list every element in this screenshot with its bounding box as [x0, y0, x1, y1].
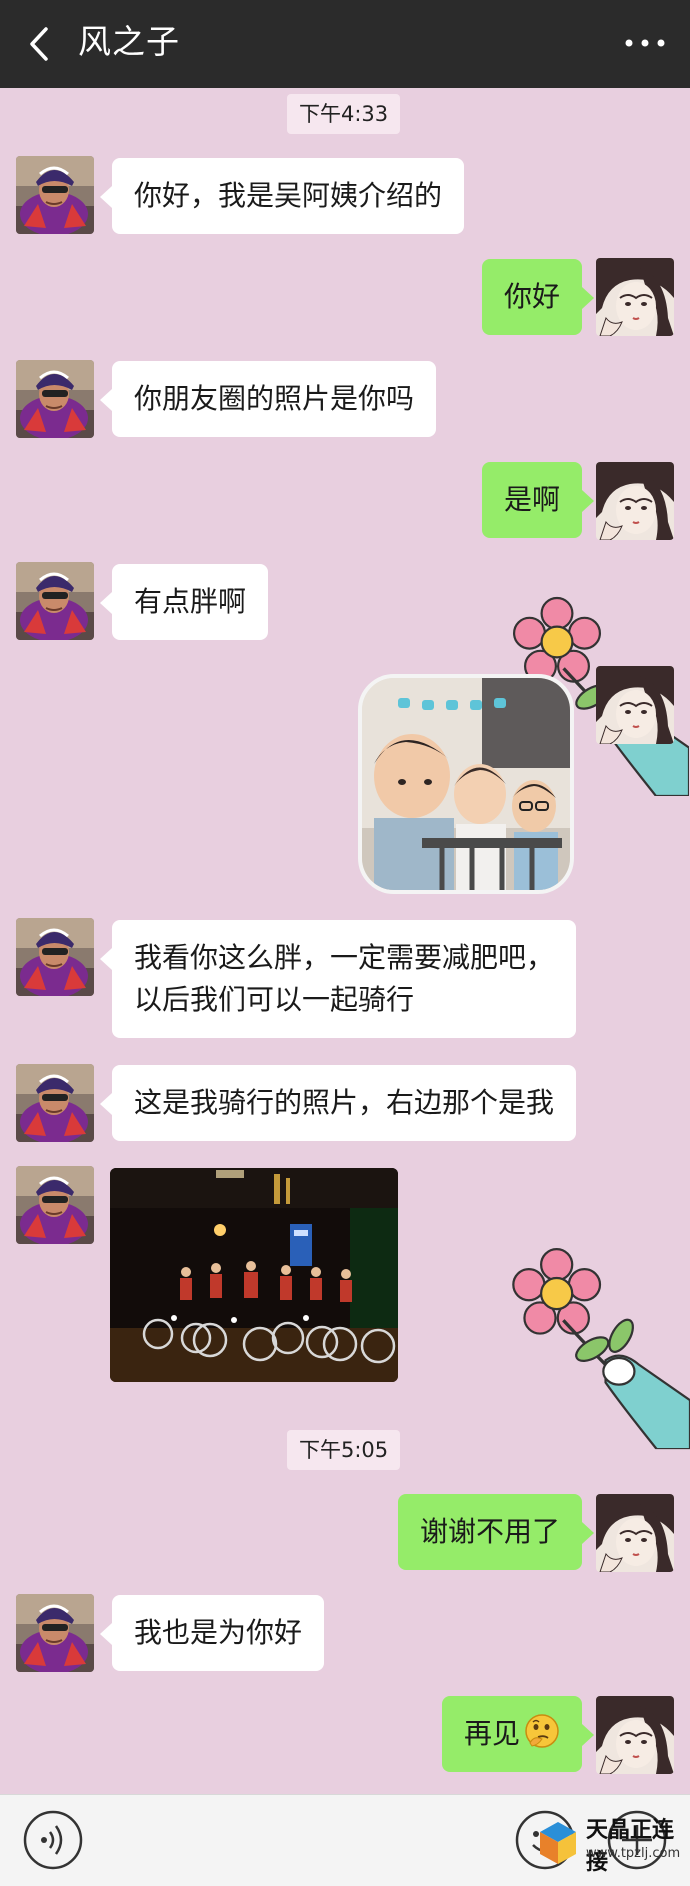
watermark: 天晶正连接 www.tpzlj.com: [536, 1808, 686, 1884]
cube-logo-icon: [540, 1822, 576, 1864]
message-bubble[interactable]: 是啊: [481, 462, 595, 538]
message-bubble[interactable]: 你好，我是吴阿姨介绍的: [99, 158, 465, 234]
message-bubble[interactable]: 我看你这么胖，一定需要减肥吧， 以后我们可以一起骑行: [99, 920, 577, 1038]
watermark-url: www.tpzlj.com: [586, 1846, 681, 1861]
watermark-text: 天晶正连接: [586, 1818, 675, 1875]
message-line: 我看你这么胖，一定需要减肥吧，: [134, 941, 555, 974]
chat-area[interactable]: 下午4:33 你好，我是吴阿姨介绍的 你好 你朋友圈的照片是你吗 是啊 有点胖啊: [0, 88, 690, 1794]
message-bubble[interactable]: 我也是为你好: [99, 1595, 325, 1671]
my-avatar[interactable]: [596, 666, 674, 744]
voice-icon[interactable]: [22, 1809, 84, 1871]
message-text: 再见: [463, 1717, 520, 1750]
message-bubble[interactable]: 有点胖啊: [99, 564, 269, 640]
message-bubble[interactable]: 谢谢不用了: [397, 1494, 595, 1570]
my-avatar[interactable]: [596, 1494, 674, 1572]
message-line: 以后我们可以一起骑行: [134, 983, 415, 1016]
contact-avatar[interactable]: [16, 156, 94, 234]
thinking-face-icon: [525, 1714, 559, 1748]
kids-sticker-image[interactable]: [358, 674, 574, 894]
contact-avatar[interactable]: [16, 1064, 94, 1142]
message-bubble[interactable]: 你好: [481, 259, 595, 335]
chevron-left-icon[interactable]: [24, 24, 54, 64]
my-avatar[interactable]: [596, 462, 674, 540]
contact-avatar[interactable]: [16, 360, 94, 438]
message-bubble[interactable]: 再见: [441, 1696, 595, 1772]
my-avatar[interactable]: [596, 1696, 674, 1774]
more-dots-icon[interactable]: [622, 28, 668, 58]
contact-avatar[interactable]: [16, 562, 94, 640]
timestamp: 下午5:05: [287, 1430, 401, 1470]
chat-title: 风之子: [78, 22, 180, 61]
contact-avatar[interactable]: [16, 1166, 94, 1244]
message-input[interactable]: [100, 1807, 500, 1873]
night-cycling-photo[interactable]: [110, 1168, 398, 1382]
contact-avatar[interactable]: [16, 918, 94, 996]
flower-decoration: [490, 1218, 690, 1458]
timestamp: 下午4:33: [287, 94, 401, 134]
contact-avatar[interactable]: [16, 1594, 94, 1672]
my-avatar[interactable]: [596, 258, 674, 336]
chat-header: 风之子: [0, 0, 690, 88]
message-bubble[interactable]: 这是我骑行的照片，右边那个是我: [99, 1065, 577, 1141]
message-bubble[interactable]: 你朋友圈的照片是你吗: [99, 361, 437, 437]
